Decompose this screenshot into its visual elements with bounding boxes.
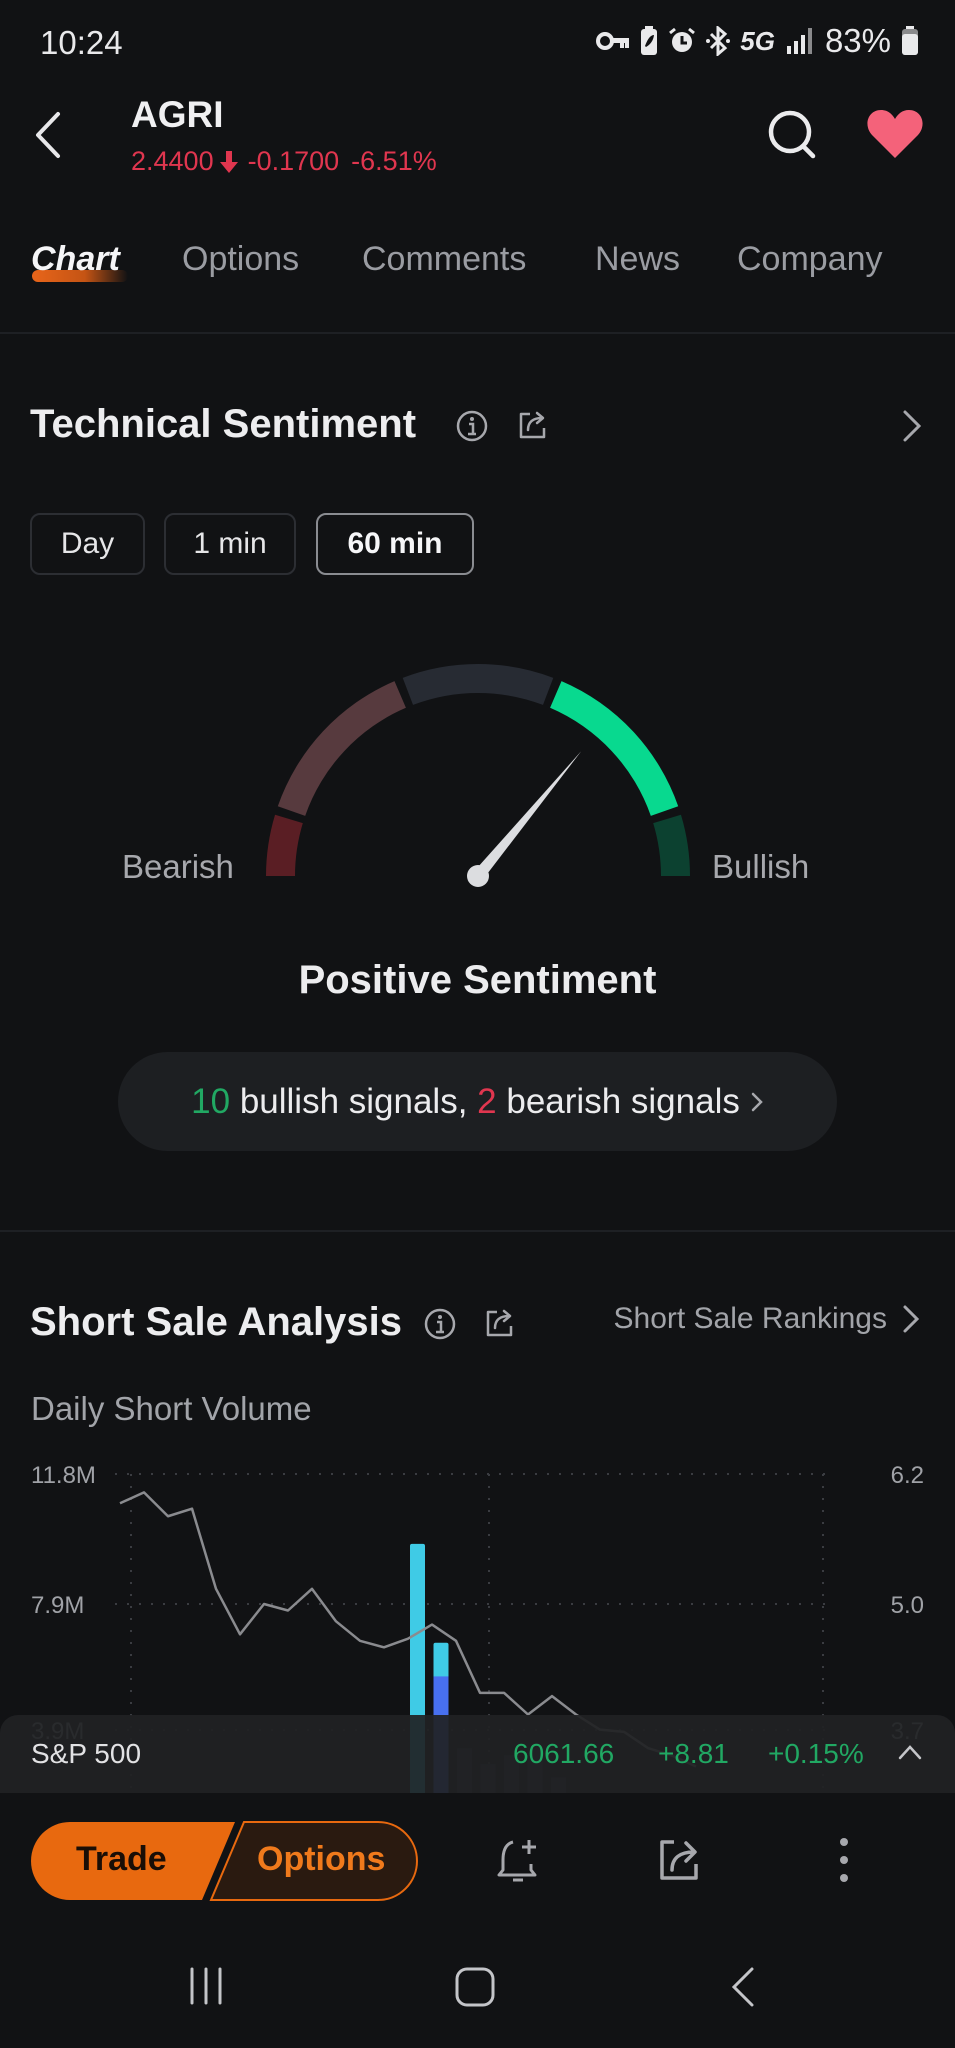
gauge-segment: [653, 814, 690, 876]
more-options-icon[interactable]: [836, 1836, 852, 1884]
chevron-up-icon[interactable]: [896, 1740, 924, 1764]
last-price: 2.4400: [131, 146, 214, 176]
battery-saver-icon: [641, 26, 658, 55]
share-icon[interactable]: [654, 1834, 706, 1886]
price-alert-bell-icon[interactable]: [493, 1834, 545, 1886]
divider: [0, 1230, 955, 1232]
signal-icon: [786, 28, 812, 54]
gauge-segment: [266, 814, 303, 876]
share-icon[interactable]: [516, 408, 550, 442]
share-icon[interactable]: [483, 1306, 517, 1340]
left-axis-tick: 7.9M: [31, 1592, 84, 1619]
signals-summary-button[interactable]: 10 bullish signals, 2 bearish signals: [118, 1052, 837, 1151]
needle-hub: [467, 865, 489, 887]
battery-icon: [902, 26, 918, 55]
index-name: S&P 500: [31, 1738, 142, 1769]
divider: [0, 332, 955, 334]
tab-options[interactable]: Options: [182, 240, 299, 279]
battery-percent: 83%: [824, 22, 891, 59]
price-quote: 2.4400 -0.1700 -6.51%: [131, 146, 437, 177]
trade-button[interactable]: Trade: [76, 1840, 167, 1879]
technical-sentiment-title: Technical Sentiment: [30, 402, 417, 446]
network-type: 5G: [740, 25, 775, 56]
alarm-icon: [669, 27, 696, 52]
index-value: 6061.66: [513, 1738, 615, 1769]
info-icon[interactable]: [455, 409, 489, 443]
bearish-text: bearish signals: [506, 1081, 740, 1121]
chart-subtitle: Daily Short Volume: [31, 1390, 312, 1427]
bearish-label: Bearish: [122, 848, 234, 885]
period-60min-button[interactable]: 60 min: [316, 513, 474, 575]
index-change: +8.81: [658, 1738, 729, 1769]
price-change: -0.1700: [247, 146, 340, 176]
tab-comments[interactable]: Comments: [362, 240, 526, 279]
status-icons: 5G 83%: [596, 22, 919, 60]
right-axis-tick: 6.2: [891, 1462, 924, 1489]
gauge-segment: [550, 681, 679, 816]
home-icon[interactable]: [454, 1966, 496, 2008]
short-sale-rankings-link[interactable]: Short Sale Rankings: [614, 1302, 922, 1336]
info-icon[interactable]: [423, 1307, 457, 1341]
needle-body: [473, 751, 582, 880]
recent-apps-icon[interactable]: [186, 1966, 228, 2006]
ticker-symbol: AGRI: [131, 94, 224, 135]
chevron-right-icon[interactable]: [900, 408, 924, 444]
search-icon[interactable]: [766, 108, 820, 162]
bearish-count: 2: [477, 1081, 497, 1121]
index-change-pct: +0.15%: [768, 1738, 864, 1769]
left-axis-tick: 11.8M: [31, 1462, 96, 1489]
system-back-icon[interactable]: [728, 1966, 758, 2008]
tab-chart[interactable]: Chart: [31, 240, 120, 279]
short-sale-title: Short Sale Analysis: [30, 1300, 402, 1344]
rankings-label: Short Sale Rankings: [613, 1302, 888, 1335]
vpn-key-icon: [596, 32, 630, 50]
chevron-right-icon: [751, 1092, 763, 1111]
status-time: 10:24: [40, 24, 123, 61]
chevron-right-icon: [903, 1305, 920, 1333]
tab-company[interactable]: Company: [737, 240, 883, 279]
period-1min-button[interactable]: 1 min: [164, 513, 296, 575]
sentiment-result: Positive Sentiment: [298, 958, 657, 1002]
right-axis-tick: 5.0: [891, 1592, 924, 1619]
bullish-label: Bullish: [712, 848, 810, 885]
bullish-text: bullish signals,: [239, 1081, 468, 1121]
gauge-segment: [402, 664, 554, 705]
options-button[interactable]: Options: [257, 1840, 385, 1879]
gauge-needle: [467, 751, 582, 887]
tab-bar: Chart Options Comments News Company: [0, 234, 955, 324]
period-day-button[interactable]: Day: [30, 513, 145, 575]
arrow-down-icon: [219, 150, 238, 173]
favorite-heart-icon[interactable]: [866, 108, 924, 160]
bullish-count: 10: [191, 1081, 231, 1121]
gauge-segment: [277, 681, 406, 816]
tab-news[interactable]: News: [595, 240, 680, 279]
price-change-pct: -6.51%: [351, 146, 437, 176]
bluetooth-icon: [706, 26, 731, 56]
back-arrow-icon[interactable]: [30, 110, 70, 160]
